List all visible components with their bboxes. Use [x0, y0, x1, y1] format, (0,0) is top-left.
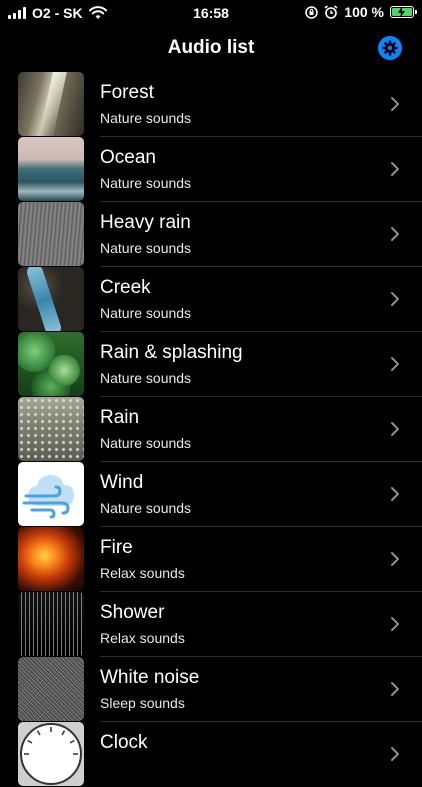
chevron-right-icon — [391, 682, 399, 696]
item-title: Wind — [100, 472, 144, 493]
heavy-rain-thumbnail — [18, 202, 84, 266]
chevron-right-icon — [391, 227, 399, 241]
item-subtitle: Sleep sounds — [100, 695, 185, 711]
item-title: Fire — [100, 537, 133, 558]
item-subtitle: Relax sounds — [100, 565, 185, 581]
item-title: White noise — [100, 667, 200, 688]
list-item-heavy-rain[interactable]: Heavy rain Nature sounds — [0, 202, 422, 267]
ocean-thumbnail — [18, 137, 84, 201]
item-subtitle: Nature sounds — [100, 110, 192, 126]
orientation-lock-icon — [305, 5, 319, 19]
item-subtitle: Nature sounds — [100, 175, 192, 191]
battery-icon — [390, 6, 417, 18]
chevron-right-icon — [391, 747, 399, 761]
forest-thumbnail — [18, 72, 84, 136]
clock-icon — [20, 723, 82, 785]
list-item-rain[interactable]: Rain Nature sounds — [0, 397, 422, 462]
list-item-rain-splashing[interactable]: Rain & splashing Nature sounds — [0, 332, 422, 397]
item-subtitle: Nature sounds — [100, 305, 192, 321]
fire-thumbnail — [18, 527, 84, 591]
wind-cloud-icon — [22, 475, 74, 519]
list-item-shower[interactable]: Shower Relax sounds — [0, 592, 422, 657]
shower-thumbnail — [18, 592, 84, 656]
rain-thumbnail — [18, 397, 84, 461]
page-title: Audio list — [167, 37, 255, 58]
chevron-right-icon — [391, 552, 399, 566]
list-item-white-noise[interactable]: White noise Sleep sounds — [0, 657, 422, 722]
list-item-wind[interactable]: Wind Nature sounds — [0, 462, 422, 527]
chevron-right-icon — [391, 292, 399, 306]
item-title: Ocean — [100, 147, 156, 168]
chevron-right-icon — [391, 357, 399, 371]
wind-thumbnail — [18, 462, 84, 526]
settings-button[interactable] — [378, 36, 402, 60]
item-title: Shower — [100, 602, 165, 623]
item-title: Forest — [100, 82, 154, 103]
list-item-fire[interactable]: Fire Relax sounds — [0, 527, 422, 592]
status-bar: O2 - SK 16:58 100 % — [0, 0, 422, 26]
chevron-right-icon — [391, 487, 399, 501]
item-title: Rain — [100, 407, 140, 428]
rain-splashing-thumbnail — [18, 332, 84, 396]
creek-thumbnail — [18, 267, 84, 331]
item-title: Rain & splashing — [100, 342, 243, 363]
item-subtitle: Nature sounds — [100, 240, 192, 256]
item-subtitle: Nature sounds — [100, 500, 192, 516]
item-subtitle: Nature sounds — [100, 370, 192, 386]
list-item-forest[interactable]: Forest Nature sounds — [0, 72, 422, 137]
navigation-bar: Audio list — [0, 26, 422, 72]
alarm-icon — [324, 5, 338, 19]
gear-icon — [382, 40, 398, 56]
clock-thumbnail — [18, 722, 84, 786]
item-title: Heavy rain — [100, 212, 191, 233]
item-subtitle: Nature sounds — [100, 435, 192, 451]
chevron-right-icon — [391, 97, 399, 111]
chevron-right-icon — [391, 162, 399, 176]
item-title: Clock — [100, 732, 148, 753]
list-item-creek[interactable]: Creek Nature sounds — [0, 267, 422, 332]
white-noise-thumbnail — [18, 657, 84, 721]
item-subtitle: Relax sounds — [100, 630, 185, 646]
status-right: 100 % — [305, 4, 417, 20]
chevron-right-icon — [391, 422, 399, 436]
chevron-right-icon — [391, 617, 399, 631]
list-item-clock[interactable]: Clock — [0, 722, 422, 787]
list-item-ocean[interactable]: Ocean Nature sounds — [0, 137, 422, 202]
battery-percent: 100 % — [344, 4, 384, 20]
audio-list: Forest Nature sounds Ocean Nature sounds… — [0, 72, 422, 787]
item-title: Creek — [100, 277, 151, 298]
